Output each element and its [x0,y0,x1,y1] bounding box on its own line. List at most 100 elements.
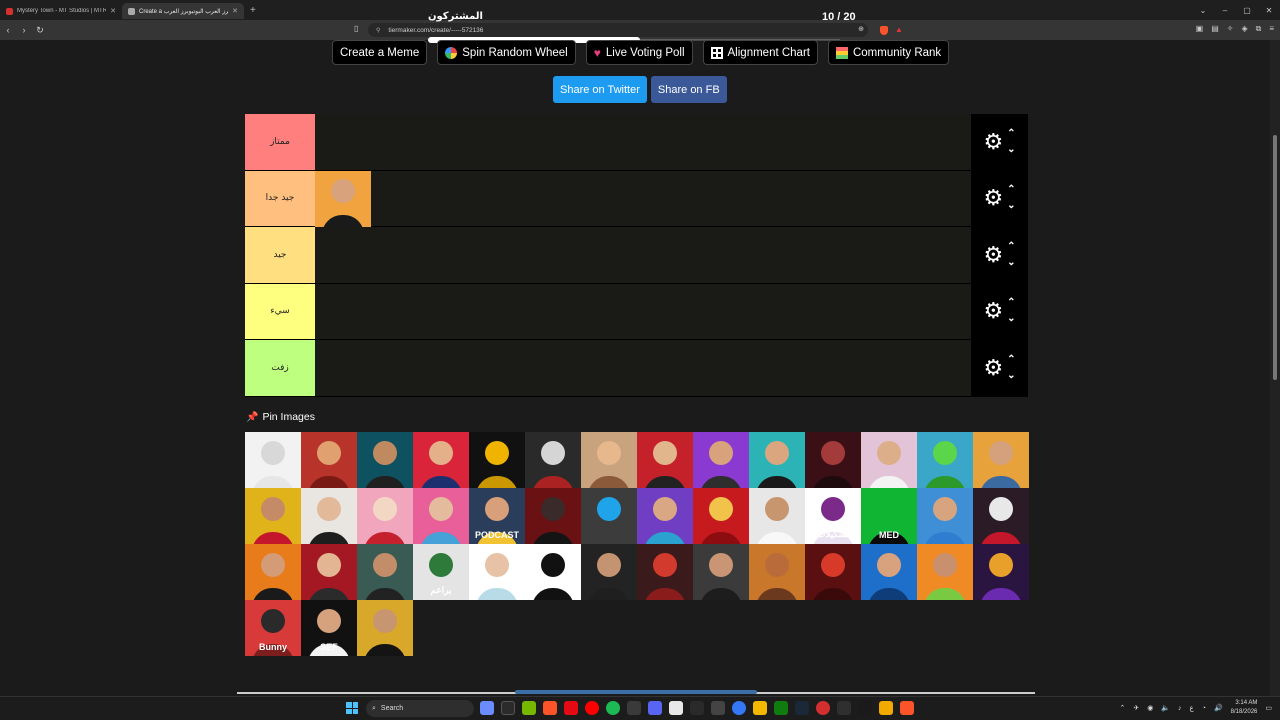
pool-item-avatar[interactable] [301,488,357,544]
pool-item-avatar[interactable] [245,488,301,544]
brave-active-icon[interactable] [900,701,914,715]
gear-icon[interactable]: ⚙ [983,300,1003,322]
spin-wheel-button[interactable]: Spin Random Wheel [437,40,576,65]
gear-icon[interactable]: ⚙ [983,130,1003,153]
tray-chevron-icon[interactable]: ⌃ [1119,704,1125,712]
pool-item-avatar[interactable] [749,488,805,544]
chevron-down-icon[interactable]: ⌄ [1007,201,1015,211]
tier-label[interactable]: ممتاز [245,114,315,170]
menu-icon[interactable]: ≡ [1269,24,1274,34]
obs-icon[interactable] [627,701,641,715]
chevron-up-icon[interactable]: ⌃ [1007,298,1015,308]
nvidia-icon[interactable] [522,701,536,715]
chevron-up-icon[interactable]: ⌃ [1007,185,1015,195]
pool-item-avatar[interactable] [917,432,973,488]
chevron-up-icon[interactable]: ⌃ [1007,354,1015,365]
pool-item-avatar[interactable] [805,432,861,488]
pool-item-avatar[interactable] [805,544,861,600]
extensions-icon[interactable]: ⧉ [1256,24,1262,34]
share-facebook-button[interactable]: Share on FB [650,76,727,103]
gallery-icon[interactable] [753,701,767,715]
tier-label[interactable]: جيد [245,227,315,283]
pool-item-avatar[interactable] [973,488,1029,544]
pool-item-avatar[interactable] [469,544,525,600]
tab-search-button[interactable]: ⌄ [1192,6,1214,15]
network-icon[interactable]: ◉ [1147,704,1153,712]
pool-item-avatar[interactable]: Bunny [245,600,301,656]
close-window-button[interactable]: ✕ [1258,6,1280,15]
pool-item-avatar[interactable] [973,544,1029,600]
brave-icon[interactable] [543,701,557,715]
pool-item-avatar[interactable] [749,432,805,488]
pool-item-avatar[interactable] [581,544,637,600]
wifi-icon[interactable]: ◔ [1202,705,1206,712]
pool-item-avatar[interactable] [637,544,693,600]
gear-icon[interactable]: ⚙ [983,243,1003,266]
pool-item-avatar[interactable] [413,488,469,544]
pool-item-avatar[interactable] [861,544,917,600]
share-twitter-button[interactable]: Share on Twitter [553,76,647,103]
calendar-icon[interactable] [669,701,683,715]
nvidia-app-icon[interactable] [858,701,872,715]
chevron-down-icon[interactable]: ⌄ [1007,257,1015,268]
pin-images-toggle[interactable]: 📌 Pin Images [246,411,315,423]
wallet-icon[interactable]: ▤ [1211,24,1219,34]
taskbar-search[interactable]: ⌕ Search [366,700,474,717]
spotify-icon[interactable] [606,701,620,715]
pool-item-avatar[interactable]: PODCAST [469,488,525,544]
settings-icon[interactable] [711,701,725,715]
chevron-down-icon[interactable]: ⌄ [1007,144,1015,155]
tier-label[interactable]: زفت [245,340,315,396]
pool-item-avatar[interactable] [245,544,301,600]
windows-start-icon[interactable] [346,702,358,714]
youtube-icon[interactable] [585,701,599,715]
pool-item-avatar[interactable] [525,432,581,488]
site-info-icon[interactable]: ⚲ [376,27,380,34]
language-indicator[interactable]: ع [1190,704,1194,712]
pool-item-avatar[interactable]: MED [861,488,917,544]
create-meme-button[interactable]: Create a Meme [332,40,428,65]
speaker-icon[interactable]: 🔈 [1161,704,1170,712]
close-tab-icon[interactable]: ✕ [110,7,116,15]
close-tab-icon[interactable]: ✕ [232,7,238,15]
discord-icon[interactable] [648,701,662,715]
chevron-down-icon[interactable]: ⌄ [1007,370,1015,381]
tier-drop-zone[interactable] [315,114,971,170]
tier-label[interactable]: سيء [245,283,315,339]
pool-item-avatar[interactable] [469,432,525,488]
tiktok-icon[interactable] [690,701,704,715]
pool-item-avatar[interactable] [357,488,413,544]
back-arrow-icon[interactable]: ‹ [0,25,16,35]
brave-rewards-icon[interactable]: ▲ [895,25,903,34]
tier-drop-zone[interactable] [315,283,971,339]
mic-icon[interactable]: ♪ [1178,705,1182,712]
pool-item-avatar[interactable] [357,432,413,488]
live-voting-poll-button[interactable]: ♥ Live Voting Poll [585,40,693,65]
brave-shields-icon[interactable] [880,26,888,35]
bookmark-icon[interactable]: ▯ [354,24,358,33]
pool-item-avatar[interactable] [749,544,805,600]
reload-icon[interactable]: ↻ [32,25,48,36]
chevron-up-icon[interactable]: ⌃ [1007,241,1015,252]
xbox-icon[interactable] [774,701,788,715]
chat-icon[interactable] [732,701,746,715]
sidebar-icon[interactable]: ▣ [1196,24,1204,34]
browser-tab[interactable]: Mystery Town - MT Studios | MTRP ✕ [0,3,122,19]
tier-drop-zone[interactable] [315,227,971,283]
pool-item-avatar[interactable] [581,432,637,488]
pool-item-avatar[interactable] [413,432,469,488]
tier-drop-zone[interactable] [315,340,971,396]
scroll-thumb[interactable] [1273,135,1277,380]
clock[interactable]: 3:14 AM 8/18/2026 [1231,699,1258,717]
leo-ai-icon[interactable]: ✧ [1227,24,1234,34]
pool-item-avatar[interactable] [581,488,637,544]
pool-item-avatar[interactable] [301,544,357,600]
pool-item-avatar[interactable] [693,488,749,544]
notifications-icon[interactable]: ▭ [1265,704,1272,712]
vpn-icon[interactable]: ◈ [1241,24,1247,34]
copilot-icon[interactable] [480,701,494,715]
pool-item-avatar[interactable]: تشكيلات [805,488,861,544]
record-icon[interactable] [816,701,830,715]
horizontal-scroll-thumb[interactable] [515,690,757,694]
pool-item-avatar[interactable] [301,432,357,488]
